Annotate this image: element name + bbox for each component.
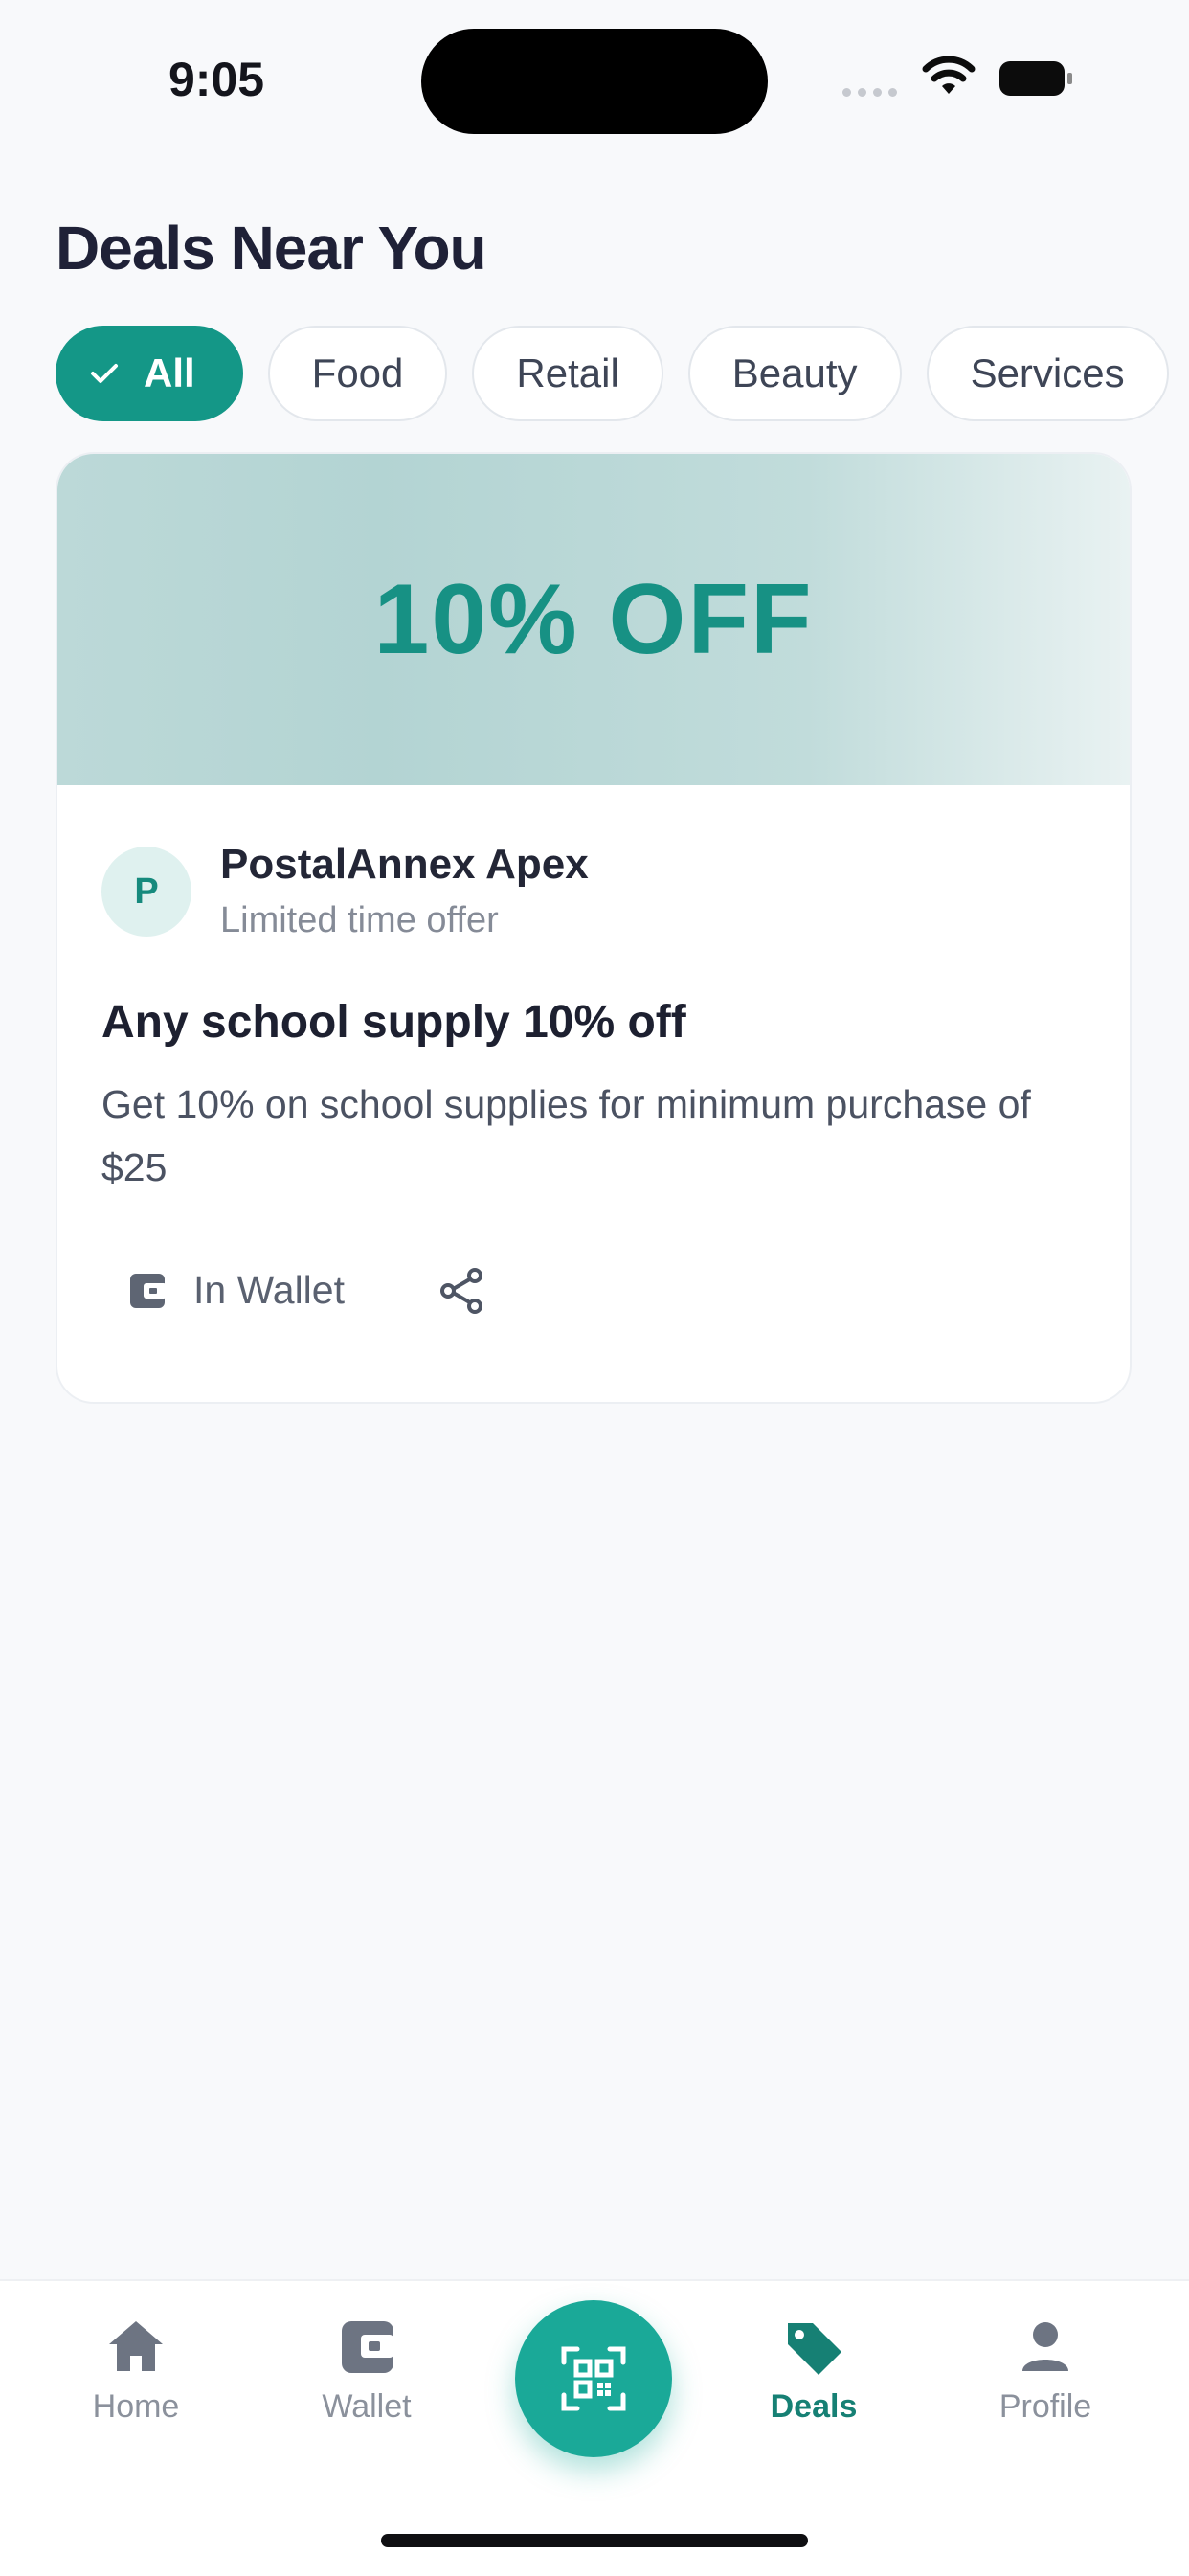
in-wallet-button[interactable]: In Wallet xyxy=(126,1268,345,1313)
nav-item-profile[interactable]: Profile xyxy=(950,2317,1141,2426)
user-icon xyxy=(1022,2322,1068,2371)
filter-chip-retail[interactable]: Retail xyxy=(472,326,663,421)
nav-label-home: Home xyxy=(92,2388,180,2425)
check-icon xyxy=(90,362,119,385)
filter-chip-beauty[interactable]: Beauty xyxy=(687,326,902,421)
filter-chip-food[interactable]: Food xyxy=(267,326,448,421)
nav-label-wallet: Wallet xyxy=(322,2388,412,2425)
home-indicator xyxy=(381,2534,808,2547)
home-icon xyxy=(109,2321,163,2371)
filter-chip-label: Beauty xyxy=(731,350,858,395)
deal-title: Any school supply 10% off xyxy=(101,997,686,1048)
status-time: 9:05 xyxy=(168,53,265,106)
deal-subtitle: Limited time offer xyxy=(220,900,499,940)
nav-label-deals: Deals xyxy=(770,2388,858,2425)
wallet-icon xyxy=(342,2321,393,2373)
deal-description: Get 10% on school supplies for minimum p… xyxy=(101,1082,1031,1189)
nav-item-home[interactable]: Home xyxy=(40,2317,232,2426)
filter-chip-all[interactable]: All xyxy=(56,326,243,421)
tag-icon xyxy=(788,2323,841,2375)
merchant-name: PostalAnnex Apex xyxy=(220,841,589,888)
battery-icon xyxy=(999,61,1072,96)
cellular-signal-icon xyxy=(842,88,897,97)
wifi-icon xyxy=(922,56,976,94)
filter-chip-label: Services xyxy=(970,350,1125,395)
filter-chip-label: Retail xyxy=(516,350,619,395)
dynamic-island xyxy=(421,29,768,134)
merchant-avatar: P xyxy=(101,847,191,937)
deal-banner: 10% OFF xyxy=(57,454,1130,785)
page-title: Deals Near You xyxy=(56,214,487,282)
share-icon[interactable] xyxy=(437,1266,486,1316)
deal-card[interactable]: 10% OFF P PostalAnnex Apex Limited time … xyxy=(56,452,1132,1404)
filter-chip-services[interactable]: Services xyxy=(926,326,1169,421)
filter-chips: All Food Retail Beauty Services xyxy=(56,326,1169,421)
qr-scan-button[interactable] xyxy=(515,2300,672,2457)
wallet-icon xyxy=(130,1273,167,1308)
in-wallet-label: In Wallet xyxy=(193,1268,345,1312)
filter-chip-label: Food xyxy=(311,350,404,395)
deal-banner-text: 10% OFF xyxy=(373,563,814,675)
qr-scan-icon xyxy=(561,2346,626,2411)
nav-label-profile: Profile xyxy=(998,2388,1092,2425)
nav-item-deals[interactable]: Deals xyxy=(718,2317,909,2426)
filter-chip-label: All xyxy=(144,350,195,395)
nav-item-wallet[interactable]: Wallet xyxy=(271,2317,462,2426)
